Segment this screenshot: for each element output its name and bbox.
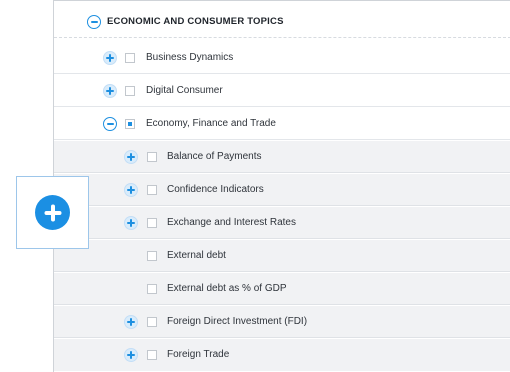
tree-item-digital-consumer[interactable]: Digital Consumer bbox=[54, 75, 510, 107]
checkbox[interactable] bbox=[147, 185, 157, 195]
tree-item-economy-finance-trade[interactable]: Economy, Finance and Trade bbox=[54, 108, 510, 140]
tree-item-label: External debt bbox=[167, 250, 226, 261]
tree-item-label: External debt as % of GDP bbox=[167, 283, 287, 294]
tree-subitem-fdi[interactable]: Foreign Direct Investment (FDI) bbox=[54, 306, 510, 338]
divider bbox=[54, 37, 510, 38]
checkbox[interactable] bbox=[147, 350, 157, 360]
divider bbox=[54, 238, 510, 239]
tree-header-label: ECONOMIC AND CONSUMER TOPICS bbox=[107, 16, 284, 27]
checkbox-partial[interactable] bbox=[125, 119, 135, 129]
expand-icon[interactable] bbox=[103, 51, 117, 65]
checkbox[interactable] bbox=[147, 251, 157, 261]
expand-icon[interactable] bbox=[124, 216, 138, 230]
tree-item-label: Business Dynamics bbox=[146, 52, 234, 63]
checkbox[interactable] bbox=[125, 53, 135, 63]
checkbox[interactable] bbox=[147, 284, 157, 294]
checkbox[interactable] bbox=[147, 152, 157, 162]
expand-button-callout[interactable] bbox=[16, 176, 89, 249]
topic-tree-panel: ECONOMIC AND CONSUMER TOPICS Business Dy… bbox=[53, 0, 510, 372]
checkbox[interactable] bbox=[125, 86, 135, 96]
collapse-icon[interactable] bbox=[87, 15, 101, 29]
divider bbox=[54, 172, 510, 173]
divider bbox=[54, 106, 510, 107]
tree-item-label: Confidence Indicators bbox=[167, 184, 264, 195]
collapse-icon[interactable] bbox=[103, 117, 117, 131]
tree-subitem-external-debt-gdp[interactable]: External debt as % of GDP bbox=[54, 273, 510, 305]
expand-icon[interactable] bbox=[124, 150, 138, 164]
checkbox[interactable] bbox=[147, 218, 157, 228]
divider bbox=[54, 205, 510, 206]
expand-icon[interactable] bbox=[103, 84, 117, 98]
tree-item-business-dynamics[interactable]: Business Dynamics bbox=[54, 42, 510, 74]
expand-icon[interactable] bbox=[124, 183, 138, 197]
tree-subitem-balance-of-payments[interactable]: Balance of Payments bbox=[54, 141, 510, 173]
divider bbox=[54, 73, 510, 74]
tree-item-label: Foreign Direct Investment (FDI) bbox=[167, 316, 308, 327]
divider bbox=[54, 304, 510, 305]
tree-item-label: Economy, Finance and Trade bbox=[146, 118, 276, 129]
tree-subitem-external-debt[interactable]: External debt bbox=[54, 240, 510, 272]
divider bbox=[54, 139, 510, 140]
topic-tree-screenshot: ECONOMIC AND CONSUMER TOPICS Business Dy… bbox=[0, 0, 510, 372]
checkbox[interactable] bbox=[147, 317, 157, 327]
tree-item-label: Foreign Trade bbox=[167, 349, 230, 360]
tree-header-row[interactable]: ECONOMIC AND CONSUMER TOPICS bbox=[54, 6, 510, 38]
tree-item-label: Balance of Payments bbox=[167, 151, 262, 162]
expand-icon[interactable] bbox=[124, 315, 138, 329]
divider bbox=[54, 271, 510, 272]
tree-subitem-foreign-trade[interactable]: Foreign Trade bbox=[54, 339, 510, 371]
tree-item-label: Exchange and Interest Rates bbox=[167, 217, 296, 228]
tree-item-label: Digital Consumer bbox=[146, 85, 223, 96]
divider bbox=[54, 337, 510, 338]
expand-icon[interactable] bbox=[124, 348, 138, 362]
panel-top-border bbox=[54, 0, 510, 5]
plus-circle-icon[interactable] bbox=[35, 195, 70, 230]
tree-subitem-confidence-indicators[interactable]: Confidence Indicators bbox=[54, 174, 510, 206]
tree-subitem-exchange-interest-rates[interactable]: Exchange and Interest Rates bbox=[54, 207, 510, 239]
